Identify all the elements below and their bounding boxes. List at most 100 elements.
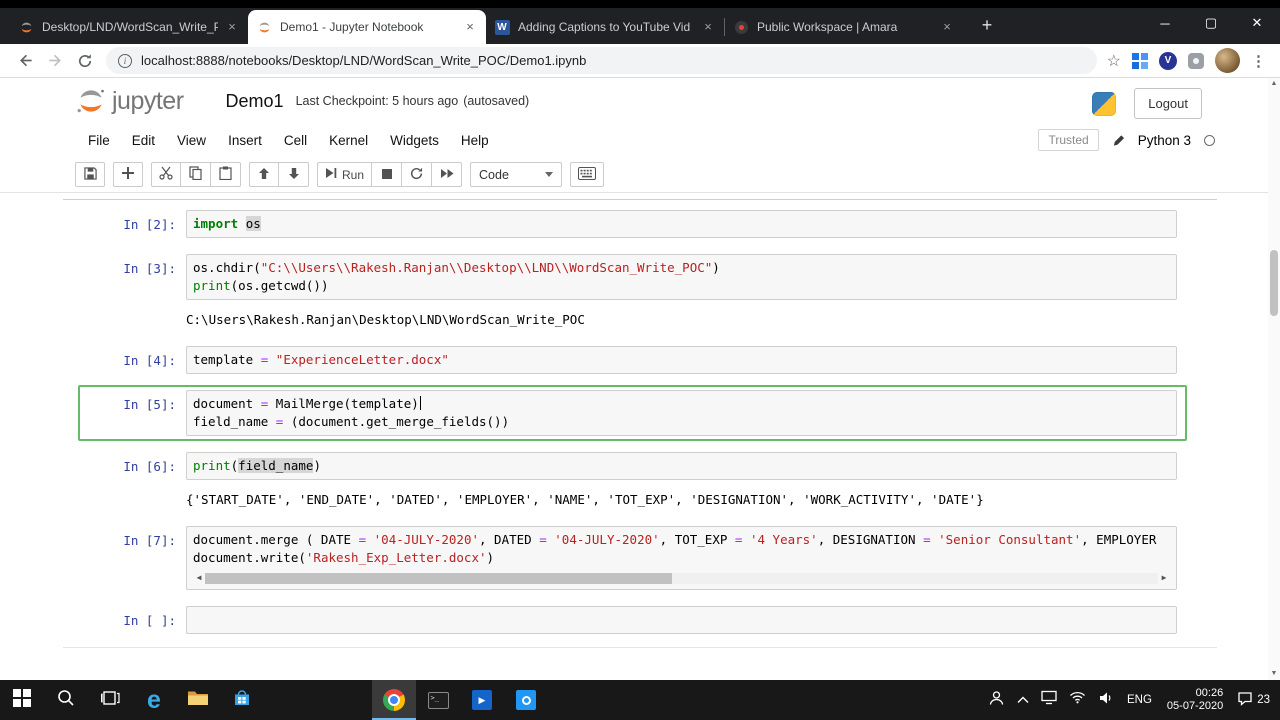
close-button[interactable]: ✕ xyxy=(1234,8,1280,38)
checkpoint-text: Last Checkpoint: 5 hours ago xyxy=(295,94,459,108)
new-tab-button[interactable]: + xyxy=(973,12,1001,40)
taskbar-movies[interactable]: ▶ xyxy=(460,680,504,720)
scroll-down-icon[interactable]: ▼ xyxy=(1268,668,1280,680)
tray-volume[interactable] xyxy=(1092,680,1120,720)
menu-insert[interactable]: Insert xyxy=(228,133,262,148)
address-bar[interactable]: i localhost:8888/notebooks/Desktop/LND/W… xyxy=(106,47,1097,74)
code-cell-7[interactable]: In [ ]: xyxy=(78,601,1187,639)
profile-avatar[interactable] xyxy=(1215,48,1240,73)
tab-close-icon[interactable]: × xyxy=(224,19,240,35)
browser-tab-4[interactable]: Public Workspace | Amara × xyxy=(725,10,963,44)
menu-file[interactable]: File xyxy=(88,133,110,148)
jupyter-logo[interactable]: jupyter xyxy=(75,85,184,117)
maximize-button[interactable]: ▢ xyxy=(1188,8,1234,38)
tray-monitor[interactable] xyxy=(1035,680,1063,720)
cell-type-value: Code xyxy=(479,167,509,182)
insert-cell-below-button[interactable] xyxy=(113,162,143,187)
code-cell-3[interactable]: In [4]: template = "ExperienceLetter.docx… xyxy=(78,341,1187,379)
tray-chevron-up[interactable] xyxy=(1011,680,1035,720)
code-cell-6[interactable]: In [7]: document.merge ( DATE = '04-JULY-… xyxy=(78,521,1187,595)
taskbar-task-view[interactable] xyxy=(88,680,132,720)
menu-help[interactable]: Help xyxy=(461,133,489,148)
reload-icon[interactable] xyxy=(70,47,100,75)
code-token: '04-JULY-2020' xyxy=(373,532,479,547)
back-icon[interactable] xyxy=(10,47,40,75)
python-extension-icon[interactable] xyxy=(1092,91,1117,116)
scroll-up-icon[interactable]: ▲ xyxy=(1268,78,1280,90)
taskbar-clock[interactable]: 00:26 05-07-2020 xyxy=(1159,687,1231,714)
scrollbar-thumb[interactable] xyxy=(1270,250,1278,316)
v-extension-icon[interactable]: V xyxy=(1159,51,1177,70)
tray-wifi[interactable] xyxy=(1063,680,1092,720)
interrupt-kernel-button[interactable] xyxy=(372,162,403,187)
taskbar-file-explorer[interactable] xyxy=(176,680,220,720)
save-button[interactable] xyxy=(75,162,105,187)
menu-edit[interactable]: Edit xyxy=(132,133,155,148)
tray-people[interactable] xyxy=(982,680,1011,720)
trusted-button[interactable]: Trusted xyxy=(1038,129,1099,151)
cell-input[interactable]: document.merge ( DATE = '04-JULY-2020', … xyxy=(186,526,1177,590)
code-cell-5[interactable]: In [6]: print(field_name) xyxy=(78,447,1187,485)
tab-close-icon[interactable]: × xyxy=(939,19,955,35)
forward-icon[interactable] xyxy=(40,47,70,75)
cell-input[interactable]: print(field_name) xyxy=(186,452,1177,480)
restart-kernel-button[interactable] xyxy=(402,162,433,187)
logout-button[interactable]: Logout xyxy=(1134,88,1202,119)
page-scrollbar[interactable]: ▲ ▼ xyxy=(1268,78,1280,680)
code-cell-1[interactable]: In [2]: import os xyxy=(78,205,1187,243)
cell-input[interactable]: document = MailMerge(template) field_name… xyxy=(186,390,1177,436)
cell-input[interactable] xyxy=(186,606,1177,634)
taskbar-edge[interactable]: e xyxy=(132,680,176,720)
tab-close-icon[interactable]: × xyxy=(462,19,478,35)
menubar-right: Trusted Python 3 xyxy=(1038,129,1215,151)
horizontal-scrollbar[interactable]: ◀ ▶ xyxy=(193,571,1170,585)
taskbar-store[interactable] xyxy=(220,680,264,720)
language-indicator[interactable]: ENG xyxy=(1120,694,1159,706)
cell-input[interactable]: template = "ExperienceLetter.docx" xyxy=(186,346,1177,374)
code-cell-4[interactable]: In [5]: document = MailMerge(template) fie… xyxy=(78,385,1187,441)
restart-run-all-button[interactable] xyxy=(432,162,463,187)
scrollbar-thumb[interactable] xyxy=(205,572,672,584)
scrollbar-track[interactable] xyxy=(205,572,1158,584)
paste-cells-button[interactable] xyxy=(211,162,241,187)
taskbar-photos[interactable] xyxy=(504,680,548,720)
cell-input[interactable]: import os xyxy=(186,210,1177,238)
browser-tab-2[interactable]: Demo1 - Jupyter Notebook × xyxy=(248,10,486,44)
chrome-menu-icon[interactable]: ⋮ xyxy=(1251,52,1266,70)
run-button[interactable]: Run xyxy=(317,162,373,187)
copy-cells-button[interactable] xyxy=(181,162,211,187)
browser-tab-3[interactable]: W Adding Captions to YouTube Vid × xyxy=(486,10,724,44)
grid-extension-icon[interactable] xyxy=(1132,52,1148,69)
cell-output: C:\Users\Rakesh.Ranjan\Desktop\LND\WordS… xyxy=(186,312,585,327)
jupyter-favicon-icon xyxy=(256,19,272,35)
page-info-icon[interactable]: i xyxy=(118,53,132,68)
notebook-title[interactable]: Demo1 xyxy=(226,91,284,112)
move-cell-up-button[interactable] xyxy=(249,162,279,187)
taskbar-cmd[interactable]: >_ xyxy=(416,680,460,720)
extension-icon[interactable] xyxy=(1188,52,1204,69)
keyboard-palette-button[interactable] xyxy=(570,162,605,187)
bookmark-star-icon[interactable]: ☆ xyxy=(1107,51,1121,71)
taskbar-start[interactable] xyxy=(0,680,44,720)
taskbar-chrome[interactable] xyxy=(372,680,416,720)
action-center[interactable]: 23 xyxy=(1231,691,1280,709)
taskbar-search[interactable] xyxy=(44,680,88,720)
toolbar-group xyxy=(570,162,605,187)
code-cell-2[interactable]: In [3]: os.chdir("C:\\Users\\Rakesh.Ranja… xyxy=(78,249,1187,305)
window-controls: ─ ▢ ✕ xyxy=(1142,8,1280,38)
cell-prompt: In [2]: xyxy=(123,217,176,232)
code-line: print(field_name) xyxy=(193,457,1170,475)
tab-close-icon[interactable]: × xyxy=(700,19,716,35)
browser-tab-1[interactable]: Desktop/LND/WordScan_Write_P × xyxy=(10,10,248,44)
scroll-left-icon[interactable]: ◀ xyxy=(193,571,205,585)
menu-cell[interactable]: Cell xyxy=(284,133,307,148)
menu-view[interactable]: View xyxy=(177,133,206,148)
move-cell-down-button[interactable] xyxy=(279,162,309,187)
cut-cells-button[interactable] xyxy=(151,162,181,187)
minimize-button[interactable]: ─ xyxy=(1142,8,1188,38)
cell-type-select[interactable]: Code xyxy=(470,162,563,187)
scroll-right-icon[interactable]: ▶ xyxy=(1158,571,1170,585)
cell-input[interactable]: os.chdir("C:\\Users\\Rakesh.Ranjan\\Desk… xyxy=(186,254,1177,300)
menu-widgets[interactable]: Widgets xyxy=(390,133,439,148)
menu-kernel[interactable]: Kernel xyxy=(329,133,368,148)
